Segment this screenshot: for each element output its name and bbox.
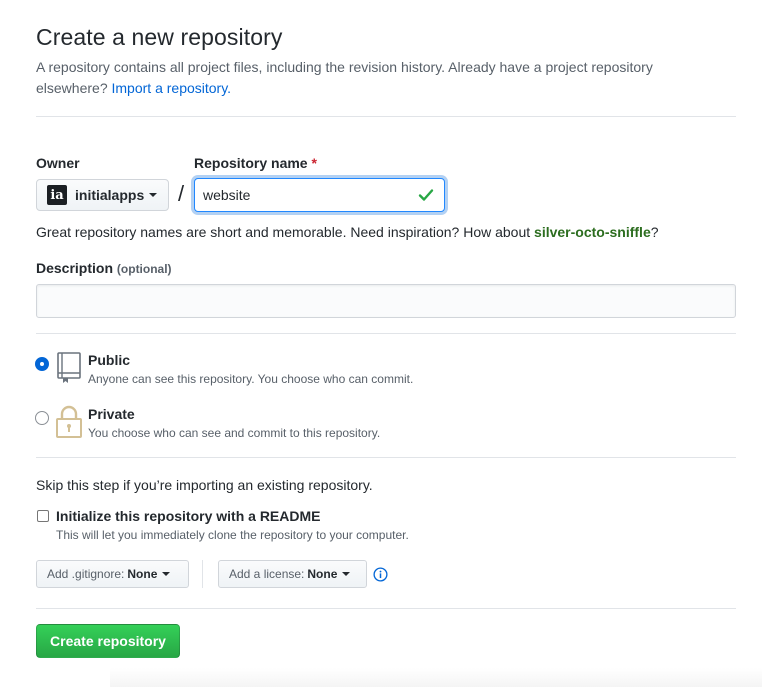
gitignore-label: Add .gitignore:: [47, 567, 125, 581]
readme-desc: This will let you immediately clone the …: [56, 528, 409, 542]
import-repository-link[interactable]: Import a repository.: [112, 80, 232, 96]
public-radio[interactable]: [35, 357, 49, 371]
divider: [36, 333, 736, 334]
divider: [36, 116, 736, 117]
repo-name-label-text: Repository name: [194, 155, 308, 171]
license-value: None: [307, 567, 338, 581]
description-input[interactable]: [36, 284, 736, 318]
private-title: Private: [88, 406, 135, 422]
hint-end: ?: [650, 224, 659, 240]
caret-down-icon: [162, 572, 171, 576]
private-radio[interactable]: [35, 411, 49, 425]
check-icon: [418, 189, 434, 201]
required-mark: *: [311, 155, 317, 171]
optional-tag: (optional): [116, 262, 172, 276]
public-desc: Anyone can see this repository. You choo…: [88, 372, 414, 386]
bottom-shadow: [110, 668, 762, 687]
repo-book-icon: [57, 352, 81, 383]
license-label: Add a license:: [229, 567, 305, 581]
caret-down-icon: [149, 193, 158, 197]
page-title: Create a new repository: [36, 24, 283, 50]
license-select-button[interactable]: Add a license: None: [218, 560, 367, 588]
owner-avatar: ia: [47, 185, 67, 205]
page-subtitle: A repository contains all project files,…: [36, 57, 726, 99]
description-label: Description (optional): [36, 260, 172, 276]
lock-icon: [56, 405, 82, 438]
select-separator: [202, 560, 203, 588]
repository-name-input[interactable]: website: [194, 178, 445, 212]
divider: [36, 608, 736, 609]
public-title: Public: [88, 352, 131, 368]
create-repository-button[interactable]: Create repository: [36, 624, 180, 658]
caret-down-icon: [342, 572, 351, 576]
hint-text: Great repository names are short and mem…: [36, 224, 531, 240]
owner-value: initialapps: [75, 187, 145, 203]
owner-label: Owner: [36, 155, 80, 171]
divider: [36, 457, 736, 458]
owner-select-button[interactable]: ia initialapps: [36, 179, 169, 211]
readme-title[interactable]: Initialize this repository with a README: [56, 508, 320, 524]
name-suggestion[interactable]: silver-octo-sniffle: [534, 224, 651, 240]
description-label-text: Description: [36, 260, 114, 276]
gitignore-select-button[interactable]: Add .gitignore: None: [36, 560, 189, 588]
owner-repo-separator: /: [178, 181, 185, 206]
private-desc: You choose who can see and commit to thi…: [88, 426, 381, 440]
skip-hint: Skip this step if you’re importing an ex…: [36, 477, 373, 493]
name-hint: Great repository names are short and mem…: [36, 224, 659, 240]
info-icon[interactable]: [373, 567, 388, 582]
repo-name-label: Repository name *: [194, 155, 317, 171]
gitignore-value: None: [127, 567, 158, 581]
readme-checkbox[interactable]: [37, 510, 49, 522]
